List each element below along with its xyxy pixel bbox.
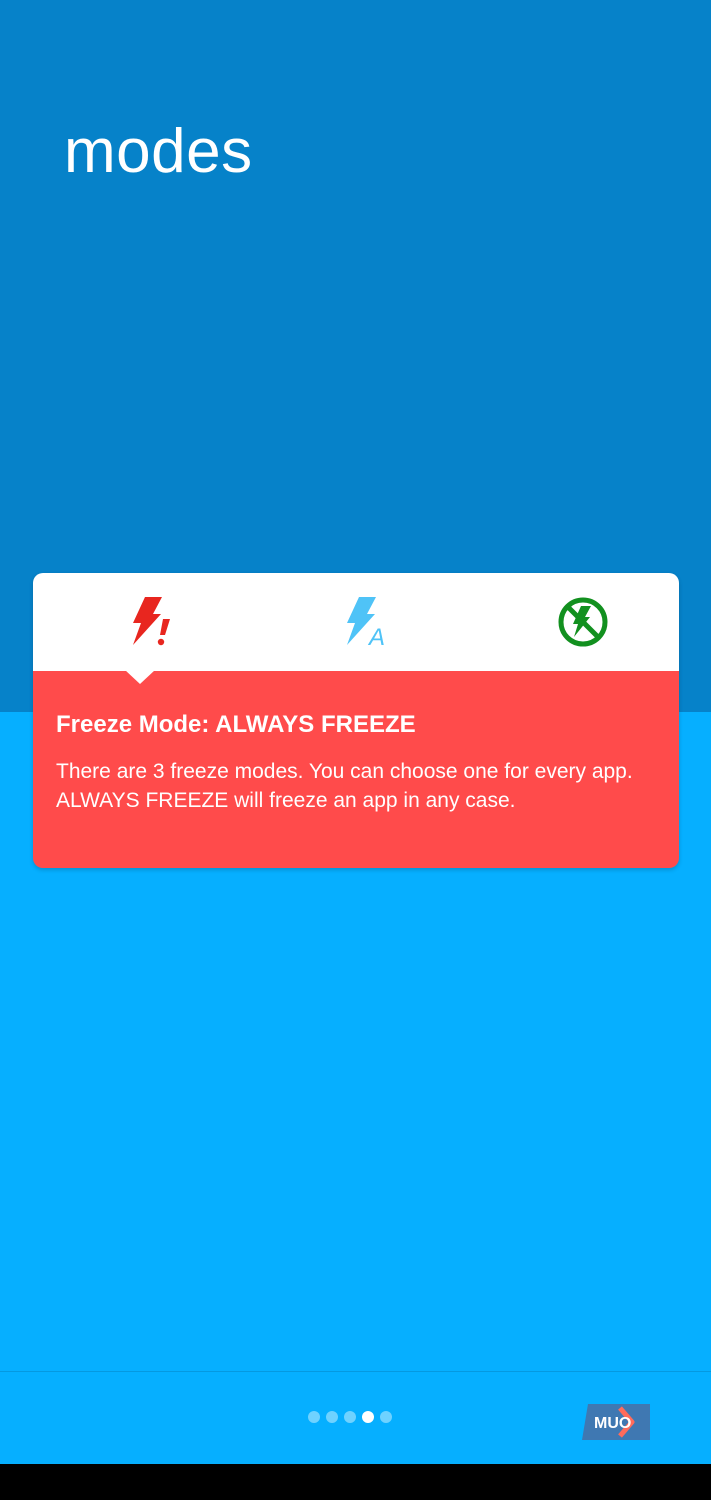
svg-text:A: A	[367, 624, 385, 649]
next-button[interactable]: MUO	[582, 1404, 650, 1440]
mode-description-panel: Freeze Mode: ALWAYS FREEZE There are 3 f…	[33, 670, 679, 868]
bolt-exclamation-icon	[133, 597, 170, 646]
tab-auto-freeze[interactable]: A	[330, 586, 402, 658]
next-arrow-icon: MUO	[582, 1404, 650, 1440]
page-dot[interactable]	[380, 1411, 392, 1423]
page-title: modes	[64, 117, 253, 186]
tab-always-freeze[interactable]	[113, 586, 185, 658]
tab-never-freeze[interactable]	[547, 586, 619, 658]
watermark-text: MUO	[594, 1415, 631, 1432]
page-dot[interactable]	[326, 1411, 338, 1423]
mode-tabs: A	[33, 573, 679, 671]
selected-tab-pointer	[125, 670, 155, 684]
bolt-a-icon: A	[347, 597, 385, 649]
page-dot-active[interactable]	[362, 1411, 374, 1423]
mode-title: Freeze Mode: ALWAYS FREEZE	[56, 711, 416, 738]
system-nav-bar	[0, 1464, 711, 1500]
page-dot[interactable]	[308, 1411, 320, 1423]
freeze-mode-card: A Freeze Mode: ALWAYS FREEZE There are 3…	[33, 573, 679, 868]
page-dot[interactable]	[344, 1411, 356, 1423]
bottom-bar: MUO	[0, 1371, 711, 1465]
mode-description: There are 3 freeze modes. You can choose…	[56, 760, 633, 812]
page-indicator	[308, 1411, 392, 1423]
bolt-crossed-circle-icon	[558, 597, 608, 647]
